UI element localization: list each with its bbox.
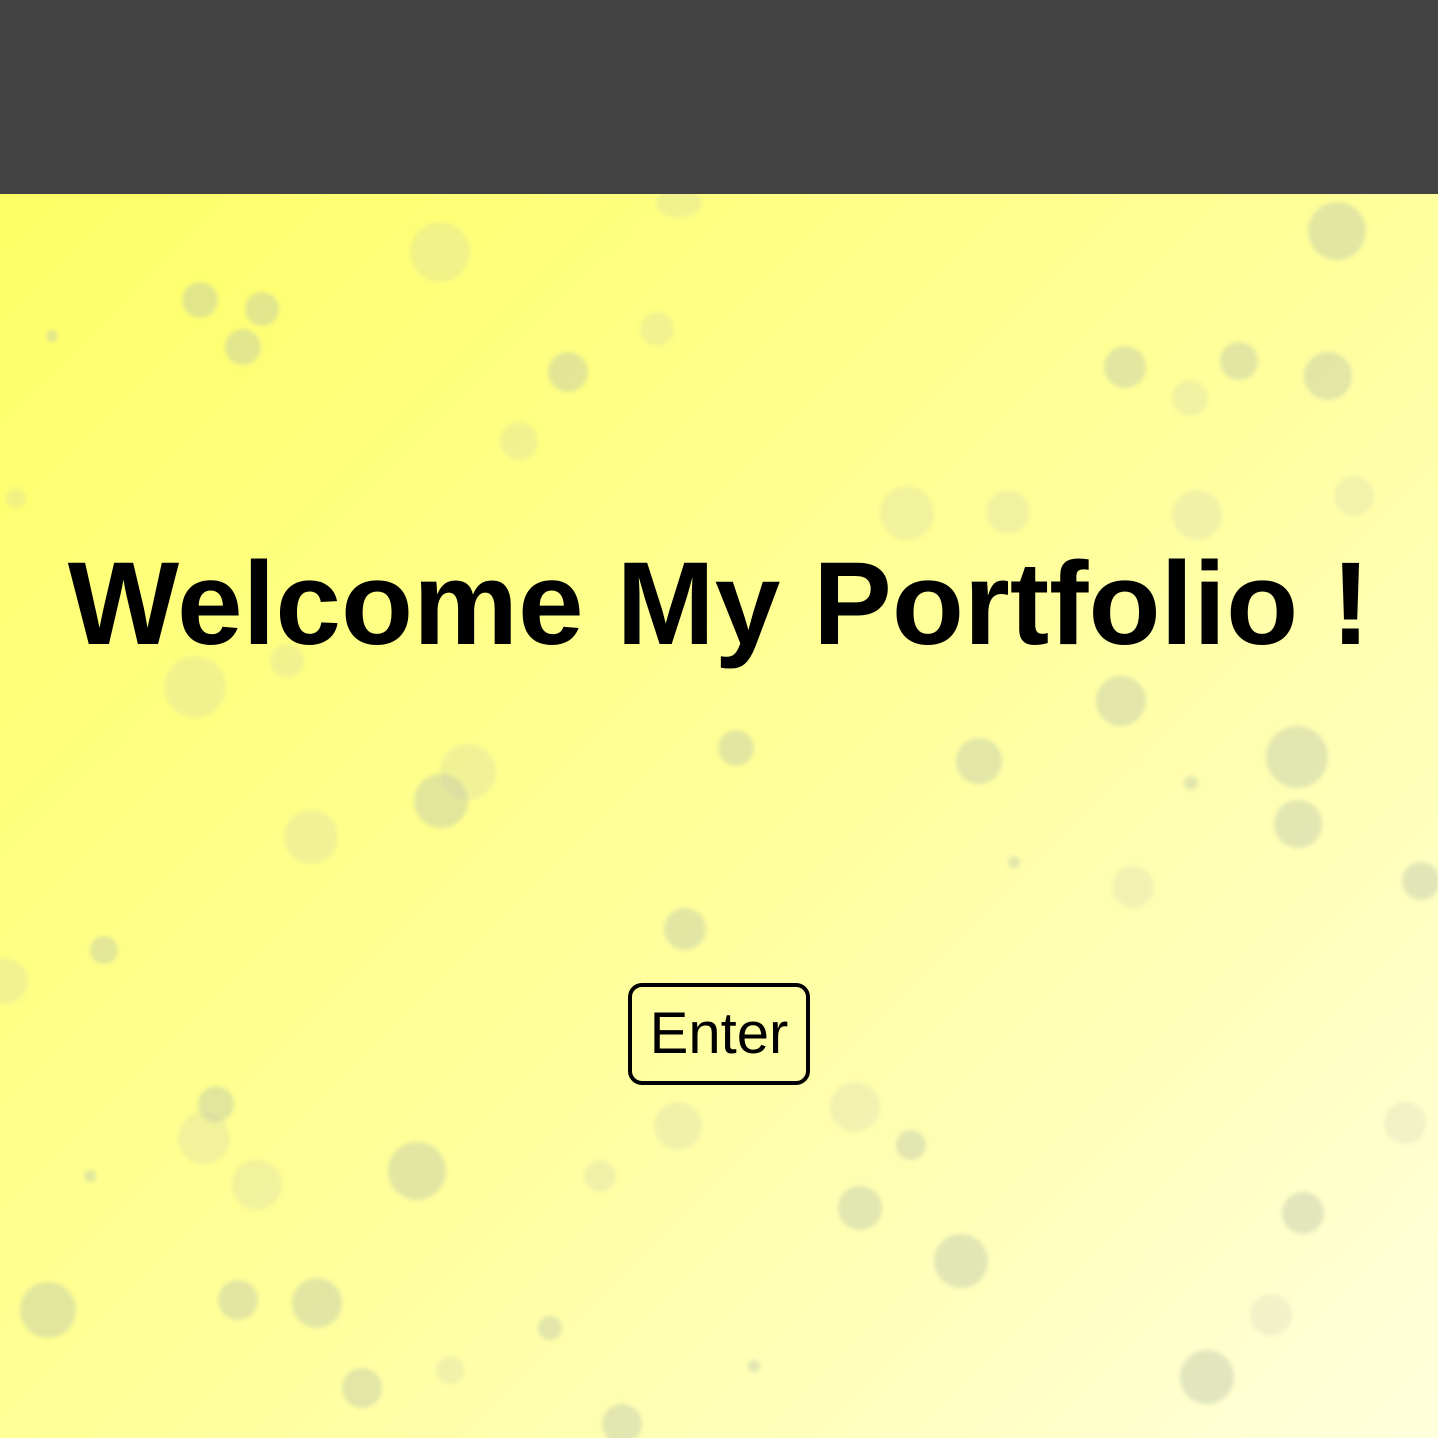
bokeh-dot [284,810,338,864]
bokeh-dot [830,1082,880,1132]
bokeh-dot [388,1142,446,1200]
hero-section: Welcome My Portfolio ! Enter [0,194,1438,1438]
bokeh-dot [1172,380,1208,416]
bokeh-dot [1250,1294,1292,1336]
bokeh-dot [1220,342,1258,380]
bokeh-dot [548,352,588,392]
bokeh-dot [1402,862,1438,900]
bokeh-dot [178,1112,230,1164]
bokeh-dot [182,282,218,318]
bokeh-dot [1112,866,1154,908]
bokeh-dot [584,1160,616,1192]
bokeh-dot [292,1278,342,1328]
bokeh-dot [838,1186,882,1230]
bokeh-dot [232,1160,282,1210]
bokeh-dot [20,1282,76,1338]
bokeh-dot [1096,676,1146,726]
bokeh-dot [1104,346,1146,388]
bokeh-dot [1304,352,1352,400]
bokeh-dot [84,1170,96,1182]
bokeh-dot [500,422,538,460]
bokeh-dot [956,738,1002,784]
bokeh-dot [436,1356,464,1384]
bokeh-dot [410,222,470,282]
bokeh-dot [440,744,496,800]
bokeh-dot [1274,800,1322,848]
page-title: Welcome My Portfolio ! [67,538,1371,670]
bokeh-dot [602,1404,642,1438]
bokeh-background [0,194,1438,1438]
bokeh-dot [748,1360,760,1372]
top-bar [0,0,1438,194]
bokeh-dot [0,958,28,1004]
bokeh-dot [6,488,26,508]
bokeh-dot [538,1316,562,1340]
bokeh-dot [1308,202,1366,260]
enter-button[interactable]: Enter [628,983,810,1085]
bokeh-dot [640,312,674,346]
bokeh-dot [218,1280,258,1320]
bokeh-dot [896,1130,926,1160]
bokeh-dot [1172,490,1222,540]
bokeh-dot [934,1234,988,1288]
bokeh-dot [245,292,279,326]
bokeh-dot [46,330,58,342]
bokeh-dot [1180,1350,1234,1404]
bokeh-dot [1184,776,1198,790]
bokeh-dot [90,936,118,964]
bokeh-dot [225,329,261,365]
bokeh-dot [1282,1192,1324,1234]
bokeh-dot [664,908,706,950]
bokeh-dot [718,730,754,766]
bokeh-dot [1266,726,1328,788]
bokeh-dot [1334,476,1374,516]
portfolio-landing-page: Welcome My Portfolio ! Enter [0,0,1438,1438]
bokeh-dot [654,1102,702,1150]
bokeh-dot [1008,856,1020,868]
bokeh-dot [342,1368,382,1408]
bokeh-dot [880,486,934,540]
bokeh-dot [1384,1102,1426,1144]
bokeh-dot [986,490,1030,534]
bokeh-dot [656,194,702,218]
